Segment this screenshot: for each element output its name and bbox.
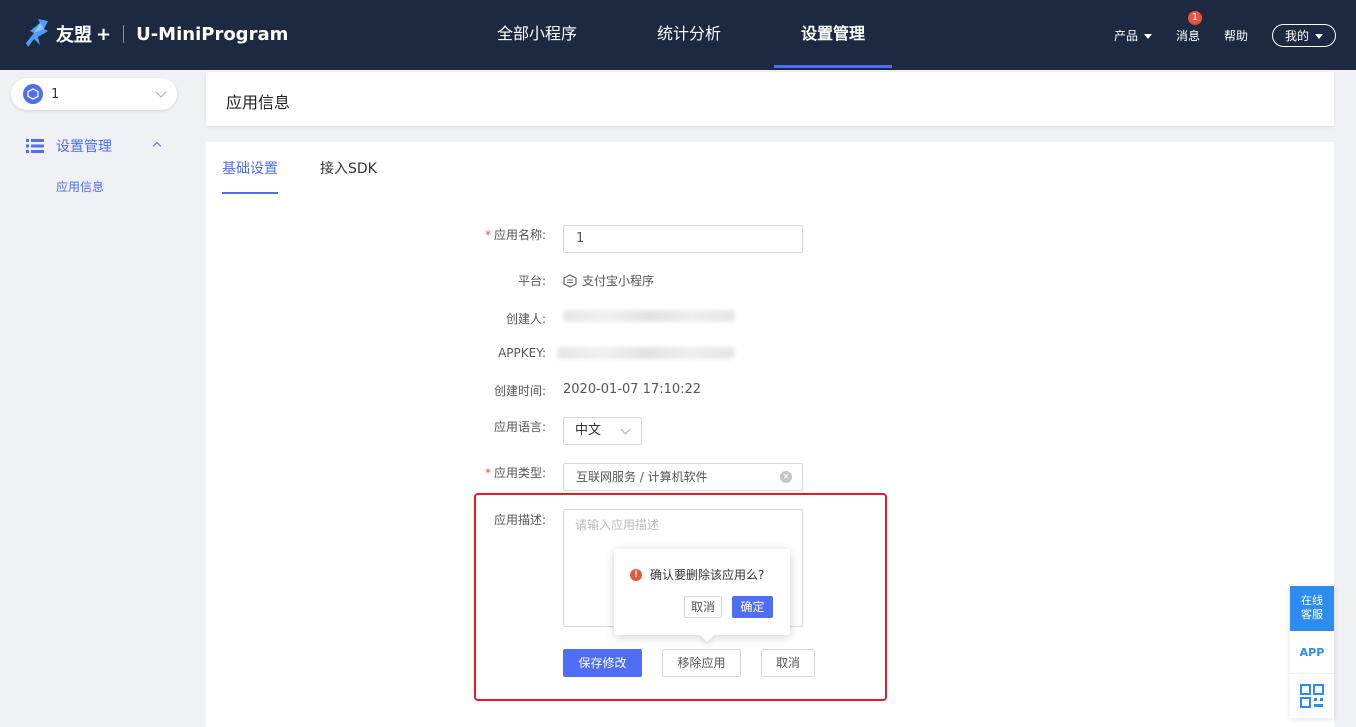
platform-value: 支付宝小程序: [563, 272, 654, 289]
app-type-value: 互联网服务 / 计算机软件: [576, 470, 708, 484]
chevron-down-icon: [155, 86, 167, 98]
language-value: 中文: [575, 423, 602, 438]
delete-confirm-popover: ! 确认要删除该应用么? 取消 确定: [614, 549, 790, 643]
brand-plus: +: [96, 23, 112, 45]
umeng-bird-logo-icon: [26, 19, 48, 47]
floating-toolbar: 在线客服 APP: [1290, 586, 1334, 718]
messages-link[interactable]: 消息 1: [1175, 10, 1202, 44]
sidebar-group-settings[interactable]: 设置管理: [26, 136, 176, 156]
app-name-label: * 应用名称:: [484, 228, 546, 242]
creator-value-redacted: [563, 310, 735, 322]
appkey-label: APPKEY:: [498, 346, 546, 360]
platform-label: 平台:: [517, 274, 546, 288]
list-icon: [26, 139, 44, 153]
language-select[interactable]: 中文: [563, 417, 642, 445]
app-download-button[interactable]: APP: [1290, 631, 1334, 674]
sidebar-group-label: 设置管理: [56, 139, 112, 155]
creator-label: 创建人:: [505, 312, 546, 326]
app-selector[interactable]: 1: [11, 78, 177, 110]
app-selector-value: 1: [51, 86, 60, 102]
brand-name: 友盟: [56, 25, 92, 46]
qr-code-icon: [1300, 684, 1324, 708]
right-nav: 产品 消息 1 帮助 我的: [1090, 0, 1336, 70]
mine-label: 我的: [1284, 28, 1309, 43]
app-type-label: * 应用类型:: [484, 466, 546, 480]
nav-settings[interactable]: 设置管理: [774, 0, 893, 70]
language-label: 应用语言:: [493, 420, 546, 434]
tab-basic-settings[interactable]: 基础设置: [222, 142, 278, 194]
alipay-app-icon: [23, 84, 43, 104]
app-name-input[interactable]: 1: [563, 225, 803, 253]
alipay-platform-icon: [563, 273, 577, 288]
product-name: U-MiniProgram: [136, 23, 289, 45]
clear-icon[interactable]: ×: [780, 471, 792, 483]
popover-cancel-button[interactable]: 取消: [684, 596, 722, 618]
messages-label: 消息: [1175, 28, 1200, 43]
nav-statistics[interactable]: 统计分析: [630, 0, 748, 70]
required-mark: *: [484, 228, 491, 242]
customer-service-label: 在线客服: [1301, 594, 1323, 621]
warning-icon: !: [630, 569, 642, 581]
message-count-badge: 1: [1187, 10, 1202, 25]
logo-divider: [123, 25, 125, 43]
main-content: 基础设置 接入SDK * 应用名称: 1 平台: 支付宝小程序 创建人: APPK…: [206, 142, 1334, 727]
appkey-value-redacted: [557, 347, 735, 359]
sidebar-item-app-info[interactable]: 应用信息: [56, 178, 104, 195]
qr-code-button[interactable]: [1290, 674, 1334, 718]
chevron-down-icon: [620, 424, 631, 435]
online-customer-service-button[interactable]: 在线客服: [1290, 586, 1334, 631]
nav-all-miniprograms[interactable]: 全部小程序: [470, 0, 604, 70]
created-time-label: 创建时间:: [493, 384, 546, 398]
required-mark: *: [484, 466, 491, 480]
top-navigation-bar: 友盟 + U-MiniProgram 全部小程序 统计分析 设置管理 产品 消息…: [0, 0, 1356, 70]
created-time-value: 2020-01-07 17:10:22: [563, 382, 702, 397]
sidebar: 1 设置管理 应用信息: [0, 70, 194, 727]
app-type-cascader[interactable]: 互联网服务 / 计算机软件 ×: [563, 463, 803, 491]
main-nav: 全部小程序 统计分析 设置管理: [470, 0, 918, 70]
product-menu[interactable]: 产品: [1114, 27, 1152, 44]
chevron-up-icon: [152, 141, 162, 151]
mine-menu-button[interactable]: 我的: [1271, 23, 1336, 47]
caret-down-icon: [1143, 33, 1152, 39]
logo[interactable]: 友盟 + U-MiniProgram: [24, 18, 288, 50]
confirm-message: 确认要删除该应用么?: [650, 568, 765, 582]
page-header-card: 应用信息: [206, 72, 1334, 126]
tab-sdk[interactable]: 接入SDK: [320, 142, 377, 194]
tab-bar: 基础设置 接入SDK: [222, 142, 419, 194]
page-title: 应用信息: [226, 93, 291, 112]
product-menu-label: 产品: [1113, 28, 1138, 43]
help-link[interactable]: 帮助: [1224, 27, 1248, 44]
popover-confirm-button[interactable]: 确定: [732, 596, 773, 618]
caret-down-icon: [1315, 33, 1323, 39]
